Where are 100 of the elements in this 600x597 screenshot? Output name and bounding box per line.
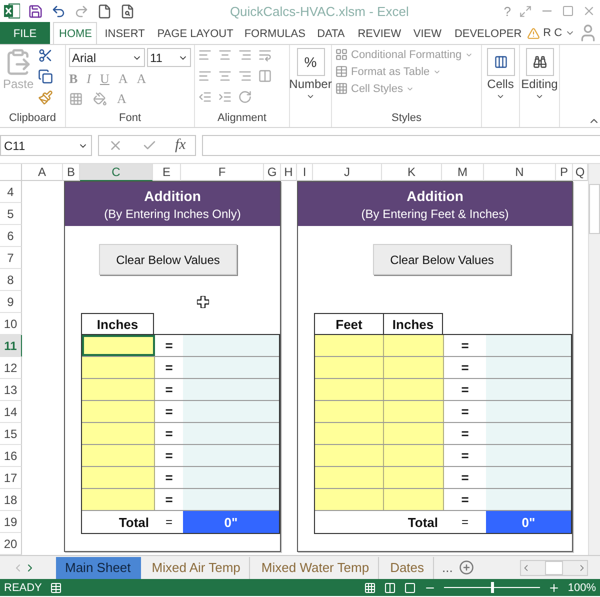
new-file-icon[interactable] <box>97 4 112 18</box>
input-cell[interactable] <box>315 445 384 466</box>
row-header[interactable]: 15 <box>0 423 22 445</box>
row-header[interactable]: 17 <box>0 467 22 489</box>
input-cell[interactable] <box>384 489 444 510</box>
fill-color-icon[interactable] <box>93 92 107 106</box>
alignment-icon[interactable] <box>198 48 212 62</box>
maximize-icon[interactable] <box>562 5 574 17</box>
input-cell[interactable] <box>82 335 155 356</box>
column-header[interactable]: A <box>22 164 63 181</box>
borders-icon[interactable] <box>69 92 83 106</box>
column-header[interactable]: G <box>264 164 281 181</box>
input-cell[interactable] <box>82 467 155 488</box>
input-cell[interactable] <box>315 423 384 444</box>
input-cell[interactable] <box>82 445 155 466</box>
alignment-icon[interactable] <box>238 90 252 104</box>
input-cell[interactable] <box>82 401 155 422</box>
row-header[interactable]: 4 <box>0 181 22 203</box>
column-header[interactable]: F <box>181 164 264 181</box>
row-header[interactable]: 13 <box>0 379 22 401</box>
sheet-tab[interactable]: Main Sheet <box>56 556 141 578</box>
name-box[interactable]: C11 <box>0 135 92 156</box>
input-cell[interactable] <box>384 335 444 356</box>
alignment-icon[interactable] <box>198 90 212 104</box>
insert-function-button[interactable]: fx <box>174 137 186 154</box>
zoom-in-icon[interactable] <box>548 582 560 594</box>
input-cell[interactable] <box>315 401 384 422</box>
alignment-icon[interactable] <box>258 48 272 62</box>
zoom-slider-thumb[interactable] <box>490 582 494 593</box>
font-size-field[interactable]: 11 <box>147 48 191 67</box>
more-sheets-button[interactable]: ... <box>442 560 453 575</box>
editing-button[interactable]: Editing <box>521 77 558 91</box>
alignment-icon[interactable] <box>218 48 232 62</box>
input-cell[interactable] <box>82 489 155 510</box>
redo-icon[interactable] <box>74 4 89 18</box>
undo-icon[interactable] <box>51 4 66 18</box>
input-cell[interactable] <box>82 379 155 400</box>
column-header[interactable]: J <box>313 164 382 181</box>
input-cell[interactable] <box>384 357 444 378</box>
binoculars-icon[interactable] <box>526 48 554 76</box>
row-header[interactable]: 7 <box>0 247 22 269</box>
row-header[interactable]: 11 <box>0 335 22 357</box>
row-header[interactable]: 14 <box>0 401 22 423</box>
column-header[interactable]: I <box>297 164 313 181</box>
ribbon-display-icon[interactable] <box>519 4 532 18</box>
row-header[interactable]: 16 <box>0 445 22 467</box>
vertical-scrollbar[interactable] <box>588 164 600 555</box>
column-header[interactable]: E <box>153 164 181 181</box>
input-cell[interactable] <box>82 357 155 378</box>
input-cell[interactable] <box>384 423 444 444</box>
print-preview-icon[interactable] <box>120 4 135 18</box>
row-header[interactable]: 9 <box>0 291 22 313</box>
column-header[interactable]: Q <box>573 164 588 181</box>
input-cell[interactable] <box>315 489 384 510</box>
input-cell[interactable] <box>384 379 444 400</box>
column-header[interactable]: K <box>382 164 442 181</box>
column-header[interactable]: P <box>556 164 573 181</box>
page-layout-icon[interactable] <box>384 582 396 594</box>
save-icon[interactable] <box>28 4 43 18</box>
scissors-icon[interactable] <box>38 48 53 63</box>
alignment-icon[interactable] <box>198 69 212 83</box>
cells-icon[interactable] <box>486 48 514 76</box>
horizontal-scrollbar[interactable] <box>520 560 588 576</box>
row-header[interactable]: 6 <box>0 225 22 247</box>
percent-button[interactable]: % <box>296 48 324 76</box>
row-header[interactable]: 18 <box>0 489 22 511</box>
row-header[interactable]: 19 <box>0 511 22 533</box>
alignment-icon[interactable] <box>238 48 252 62</box>
input-cell[interactable] <box>315 467 384 488</box>
alignment-icon[interactable] <box>258 69 272 83</box>
copy-icon[interactable] <box>38 69 53 84</box>
add-sheet-icon[interactable] <box>458 560 474 575</box>
paintbrush-icon[interactable] <box>38 90 53 105</box>
clear-button[interactable]: Clear Below Values <box>99 244 237 275</box>
input-cell[interactable] <box>82 423 155 444</box>
font-name-field[interactable]: Arial <box>69 48 145 67</box>
row-header[interactable]: 12 <box>0 357 22 379</box>
row-header[interactable]: 20 <box>0 533 22 555</box>
normal-view-icon[interactable] <box>364 582 376 594</box>
ribbon-tab[interactable]: HOME <box>53 22 97 44</box>
input-cell[interactable] <box>384 467 444 488</box>
select-all-corner[interactable] <box>0 164 22 181</box>
alignment-icon[interactable] <box>218 69 232 83</box>
column-header[interactable]: M <box>442 164 484 181</box>
row-header[interactable]: 8 <box>0 269 22 291</box>
number-button[interactable]: Number <box>289 77 332 91</box>
cells-button[interactable]: Cells <box>487 77 514 91</box>
input-cell[interactable] <box>315 357 384 378</box>
alignment-icon[interactable] <box>218 90 232 104</box>
input-cell[interactable] <box>315 335 384 356</box>
account-name[interactable]: R C <box>543 27 562 39</box>
row-header[interactable]: 5 <box>0 203 22 225</box>
input-cell[interactable] <box>384 445 444 466</box>
formula-input[interactable] <box>202 135 600 156</box>
row-header[interactable]: 10 <box>0 313 22 335</box>
alignment-icon[interactable] <box>238 69 252 83</box>
column-header[interactable]: C <box>80 164 153 181</box>
column-header[interactable]: H <box>281 164 297 181</box>
ribbon-tab[interactable]: FILE <box>0 22 50 44</box>
input-cell[interactable] <box>315 379 384 400</box>
